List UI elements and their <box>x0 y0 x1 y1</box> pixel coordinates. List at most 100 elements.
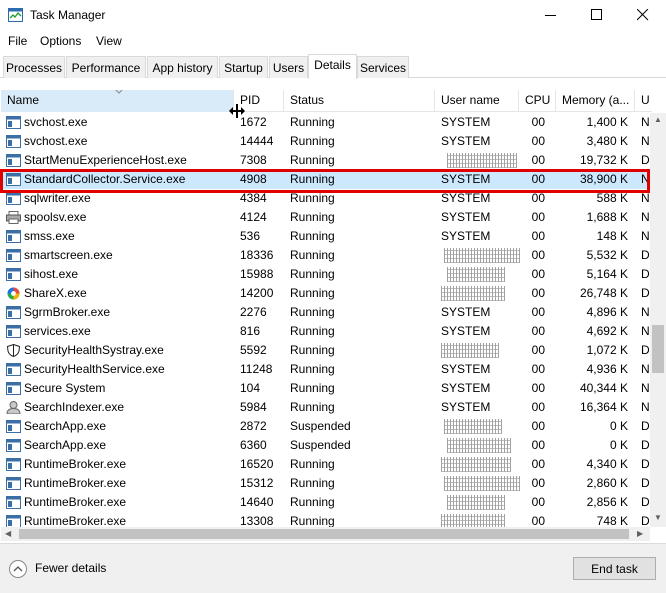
column-header-status[interactable]: Status <box>284 90 435 112</box>
table-row[interactable]: sqlwriter.exe 4384 Running SYSTEM 00 588 K N <box>1 189 652 208</box>
service-icon <box>6 382 21 395</box>
fewer-details-toggle[interactable] <box>9 560 27 578</box>
memory-cell: 2,860 K <box>586 476 628 490</box>
process-name-cell: smss.exe <box>24 229 75 243</box>
cpu-cell: 00 <box>531 286 545 300</box>
table-row[interactable]: SearchIndexer.exe 5984 Running SYSTEM 00 16,3… <box>1 398 652 417</box>
column-header-name[interactable]: Name <box>1 90 234 112</box>
vertical-scrollbar[interactable]: ▲ ▼ <box>650 113 666 527</box>
table-row[interactable]: services.exe 816 Running SYSTEM 00 4,692 K N <box>1 322 652 341</box>
uac-cell: D <box>641 267 650 281</box>
scroll-left-arrow-icon[interactable]: ◀ <box>5 529 11 538</box>
table-row[interactable]: spoolsv.exe 4124 Running SYSTEM 00 1,688 K N <box>1 208 652 227</box>
close-icon <box>637 9 649 21</box>
redacted-user-name <box>441 457 511 472</box>
pid-cell: 18336 <box>240 248 274 262</box>
column-header-uac[interactable]: U <box>635 90 652 112</box>
column-header-cpu[interactable]: CPU <box>519 90 556 112</box>
table-row[interactable]: StartMenuExperienceHost.exe 7308 Running 00… <box>1 151 652 170</box>
user-name-cell: SYSTEM <box>441 324 491 338</box>
status-cell: Running <box>290 153 335 167</box>
tab-app-history[interactable]: App history <box>147 56 218 78</box>
table-row[interactable]: SearchApp.exe 6360 Suspended 00 0 K D <box>1 436 652 455</box>
uac-cell: N <box>641 400 650 414</box>
uac-cell: N <box>641 362 650 376</box>
scroll-right-arrow-icon[interactable]: ▶ <box>637 529 643 538</box>
memory-cell: 26,748 K <box>579 286 628 300</box>
tab-performance[interactable]: Performance <box>66 56 146 78</box>
pid-cell: 16520 <box>240 457 274 471</box>
memory-cell: 1,688 K <box>586 210 628 224</box>
chevron-up-icon <box>13 566 23 572</box>
status-cell: Running <box>290 476 335 490</box>
column-header-name-label: Name <box>7 93 40 107</box>
close-button[interactable] <box>620 0 666 30</box>
service-icon <box>6 363 21 376</box>
window-title: Task Manager <box>30 8 106 22</box>
cpu-cell: 00 <box>531 305 545 319</box>
end-task-button[interactable]: End task <box>573 557 656 580</box>
title-bar: Task Manager <box>0 0 666 30</box>
table-row[interactable]: RuntimeBroker.exe 13308 Running 00 748 K D <box>1 512 652 527</box>
tab-details[interactable]: Details <box>308 54 357 79</box>
horizontal-scrollbar[interactable]: ◀ ▶ <box>1 527 650 541</box>
uac-cell: N <box>641 172 650 186</box>
tab-startup[interactable]: Startup <box>219 56 268 78</box>
table-row[interactable]: RuntimeBroker.exe 15312 Running 00 2,860 K D <box>1 474 652 493</box>
user-name-cell: SYSTEM <box>441 229 491 243</box>
table-row[interactable]: smartscreen.exe 18336 Running 00 5,532 K D <box>1 246 652 265</box>
redacted-user-name <box>447 153 517 168</box>
table-row[interactable]: SearchApp.exe 2872 Suspended 00 0 K D <box>1 417 652 436</box>
minimize-button[interactable] <box>528 0 574 30</box>
table-row[interactable]: StandardCollector.Service.exe 4908 Running… <box>1 170 652 189</box>
table-row[interactable]: RuntimeBroker.exe 14640 Running 00 2,856 K D <box>1 493 652 512</box>
menu-options[interactable]: Options <box>40 34 81 48</box>
horizontal-scroll-thumb[interactable] <box>19 529 629 539</box>
status-cell: Running <box>290 457 335 471</box>
scroll-up-arrow-icon[interactable]: ▲ <box>654 115 662 124</box>
memory-cell: 4,896 K <box>586 305 628 319</box>
table-row[interactable]: SecurityHealthSystray.exe 5592 Running 00 1,… <box>1 341 652 360</box>
table-row[interactable]: SgrmBroker.exe 2276 Running SYSTEM 00 4,896 K… <box>1 303 652 322</box>
redacted-user-name <box>447 267 505 282</box>
uac-cell: D <box>641 495 650 509</box>
uac-cell: D <box>641 476 650 490</box>
fewer-details-link[interactable]: Fewer details <box>35 561 106 575</box>
tab-users[interactable]: Users <box>269 56 308 78</box>
uac-cell: D <box>641 153 650 167</box>
table-row[interactable]: smss.exe 536 Running SYSTEM 00 148 K N <box>1 227 652 246</box>
pid-cell: 2872 <box>240 419 267 433</box>
uac-cell: N <box>641 324 650 338</box>
scroll-down-arrow-icon[interactable]: ▼ <box>654 513 662 522</box>
table-row[interactable]: ShareX.exe 14200 Running 00 26,748 K D <box>1 284 652 303</box>
vertical-scroll-thumb[interactable] <box>652 325 664 373</box>
process-list: svchost.exe 1672 Running SYSTEM 00 1,400 K Nsv… <box>1 113 652 527</box>
table-row[interactable]: svchost.exe 1672 Running SYSTEM 00 1,400 KN <box>1 113 652 132</box>
table-row[interactable]: svchost.exe 14444 Running SYSTEM 00 3,480 K N <box>1 132 652 151</box>
column-header-user-name[interactable]: User name <box>435 90 519 112</box>
table-row[interactable]: sihost.exe 15988 Running 00 5,164 K D <box>1 265 652 284</box>
column-header-memory[interactable]: Memory (a... <box>556 90 635 112</box>
menu-view[interactable]: View <box>96 34 122 48</box>
uac-cell: D <box>641 286 650 300</box>
uac-cell: N <box>641 115 650 129</box>
menu-file[interactable]: File <box>8 34 27 48</box>
table-row[interactable]: Secure System 104 Running SYSTEM 00 40,344 K N <box>1 379 652 398</box>
memory-cell: 38,900 K <box>579 172 628 186</box>
pid-cell: 13308 <box>240 514 274 527</box>
shield-icon <box>6 344 21 357</box>
maximize-button[interactable] <box>574 0 620 30</box>
uac-cell: D <box>641 457 650 471</box>
redacted-user-name <box>441 286 505 301</box>
tab-processes[interactable]: Processes <box>3 56 65 78</box>
uac-cell: N <box>641 381 650 395</box>
table-row[interactable]: RuntimeBroker.exe 16520 Running 00 4,340 K D <box>1 455 652 474</box>
redacted-user-name <box>444 476 520 491</box>
cpu-cell: 00 <box>531 267 545 281</box>
process-name-cell: RuntimeBroker.exe <box>24 457 127 471</box>
pid-cell: 14444 <box>240 134 274 148</box>
memory-cell: 5,164 K <box>586 267 628 281</box>
table-row[interactable]: SecurityHealthService.exe 11248 Running SYS… <box>1 360 652 379</box>
tab-services[interactable]: Services <box>357 56 409 78</box>
memory-cell: 148 K <box>596 229 628 243</box>
